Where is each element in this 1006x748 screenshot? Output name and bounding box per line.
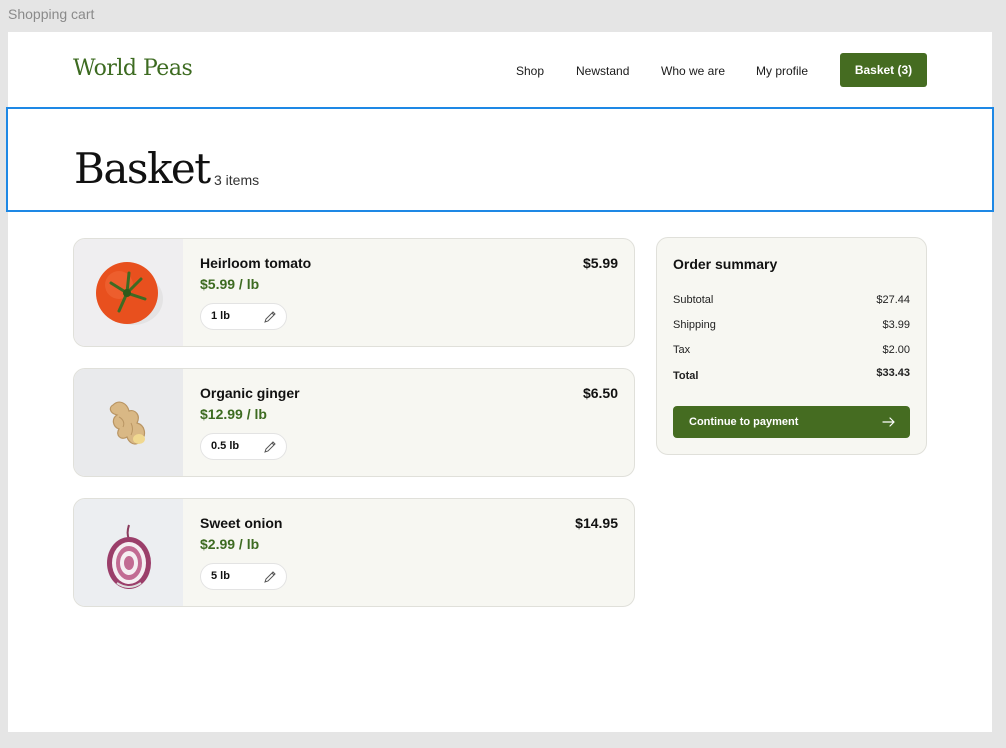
order-summary: Order summary Subtotal $27.44 Shipping $… (656, 237, 927, 455)
tomato-image (74, 239, 183, 346)
cart-item: Organic ginger $12.99 / lb $6.50 0.5 lb (73, 368, 635, 477)
item-unit-price: $2.99 / lb (200, 536, 260, 552)
quantity-value: 5 lb (211, 570, 230, 582)
nav-shop[interactable]: Shop (516, 64, 544, 78)
basket-button[interactable]: Basket (3) (840, 53, 927, 87)
item-unit-price: $12.99 / lb (200, 406, 267, 422)
logo[interactable]: World Peas (73, 56, 193, 81)
pencil-icon[interactable] (263, 310, 277, 324)
summary-label: Total (673, 370, 699, 382)
summary-value: $3.99 (882, 319, 910, 331)
continue-to-payment-button[interactable]: Continue to payment (673, 406, 910, 438)
item-unit-price: $5.99 / lb (200, 276, 260, 292)
cart-item: Sweet onion $2.99 / lb $14.95 5 lb (73, 498, 635, 607)
nav-who-we-are[interactable]: Who we are (661, 64, 725, 78)
onion-image (74, 499, 183, 606)
item-name: Heirloom tomato (200, 255, 312, 271)
page-frame: World Peas Shop Newstand Who we are My p… (6, 32, 994, 732)
pencil-icon[interactable] (263, 440, 277, 454)
page-title: Basket (74, 144, 211, 193)
summary-label: Subtotal (673, 294, 714, 306)
item-name: Organic ginger (200, 385, 300, 401)
quantity-value: 1 lb (211, 310, 230, 322)
pencil-icon[interactable] (263, 570, 277, 584)
frame-label: Shopping cart (8, 6, 95, 22)
item-price: $6.50 (582, 385, 618, 401)
item-name: Sweet onion (200, 515, 283, 531)
summary-label: Tax (673, 344, 691, 356)
item-price: $5.99 (582, 255, 618, 271)
item-price: $14.95 (575, 515, 618, 531)
summary-value: $2.00 (882, 344, 910, 356)
quantity-field[interactable]: 5 lb (200, 563, 287, 590)
quantity-field[interactable]: 0.5 lb (200, 433, 287, 460)
summary-value: $27.44 (876, 294, 910, 306)
cart-item: Heirloom tomato $5.99 / lb $5.99 1 lb (73, 238, 635, 347)
nav-newstand[interactable]: Newstand (576, 64, 629, 78)
quantity-field[interactable]: 1 lb (200, 303, 287, 330)
item-count: 3 items (214, 172, 260, 188)
ginger-image (74, 369, 183, 476)
arrow-right-icon (882, 417, 895, 427)
summary-label: Shipping (673, 319, 716, 331)
nav-my-profile[interactable]: My profile (756, 64, 808, 78)
summary-value: $33.43 (876, 367, 910, 379)
quantity-value: 0.5 lb (211, 440, 240, 452)
summary-title: Order summary (673, 256, 778, 272)
payment-button-label: Continue to payment (689, 416, 799, 428)
